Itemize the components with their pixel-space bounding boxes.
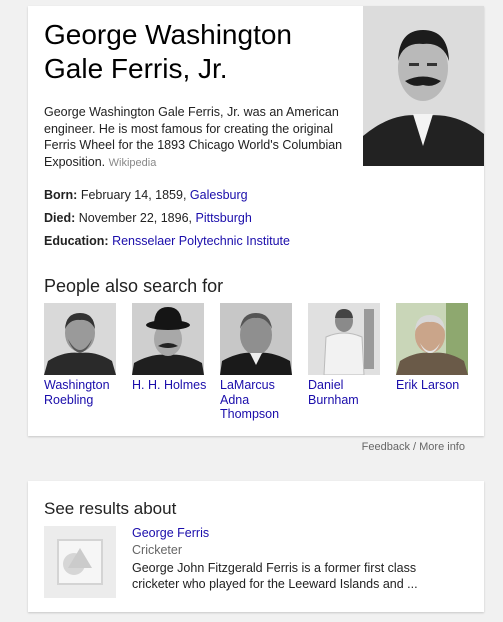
wikipedia-source-link[interactable]: Wikipedia [109, 157, 157, 169]
knowledge-panel: George Washington Gale Ferris, Jr. Georg… [28, 6, 484, 436]
education-link[interactable]: Rensselaer Polytechnic Institute [112, 234, 290, 248]
person-h-h-holmes[interactable]: H. H. Holmes [132, 303, 208, 393]
see-results-card: See results about George Ferris Crickete… [28, 481, 484, 612]
portrait-image[interactable] [363, 6, 484, 166]
fact-label: Born: [44, 188, 78, 202]
person-name[interactable]: LaMarcus Adna Thompson [220, 378, 296, 422]
result-description: George John Fitzgerald Ferris is a forme… [132, 561, 418, 591]
people-also-search-heading: People also search for [44, 276, 224, 296]
person-photo[interactable] [220, 303, 292, 375]
person-name[interactable]: Erik Larson [396, 378, 472, 393]
person-photo[interactable] [308, 303, 380, 375]
feedback-link[interactable]: Feedback / More info [362, 441, 465, 453]
page-title: George Washington Gale Ferris, Jr. [44, 18, 344, 86]
birthplace-link[interactable]: Galesburg [190, 188, 248, 202]
result-name-link[interactable]: George Ferris [132, 526, 209, 540]
description-text: George Washington Gale Ferris, Jr. was a… [44, 105, 343, 169]
person-daniel-burnham[interactable]: Daniel Burnham [308, 303, 384, 407]
deathplace-link[interactable]: Pittsburgh [195, 211, 251, 225]
person-erik-larson[interactable]: Erik Larson [396, 303, 472, 393]
fact-label: Education: [44, 234, 109, 248]
fact-label: Died: [44, 211, 76, 225]
see-results-heading: See results about [44, 499, 177, 518]
fact-value: February 14, 1859, [80, 188, 190, 202]
placeholder-thumbnail[interactable] [44, 526, 116, 598]
result-subtitle: Cricketer [132, 543, 183, 557]
person-lamarcus-adna-thompson[interactable]: LaMarcus Adna Thompson [220, 303, 296, 422]
fact-died: Died: November 22, 1896, Pittsburgh [44, 211, 252, 225]
person-name[interactable]: Daniel Burnham [308, 378, 384, 407]
person-photo[interactable] [396, 303, 468, 375]
shapes-placeholder-icon [44, 526, 116, 598]
person-photo[interactable] [132, 303, 204, 375]
person-photo[interactable] [44, 303, 116, 375]
person-washington-roebling[interactable]: Washington Roebling [44, 303, 120, 407]
person-name[interactable]: Washington Roebling [44, 378, 120, 407]
title-line-1: George Washington [44, 19, 292, 50]
fact-education: Education: Rensselaer Polytechnic Instit… [44, 234, 290, 248]
description: George Washington Gale Ferris, Jr. was a… [44, 104, 362, 171]
title-line-2: Gale Ferris, Jr. [44, 53, 228, 84]
fact-born: Born: February 14, 1859, Galesburg [44, 188, 248, 202]
fact-value: November 22, 1896, [78, 211, 196, 225]
person-name[interactable]: H. H. Holmes [132, 378, 208, 393]
